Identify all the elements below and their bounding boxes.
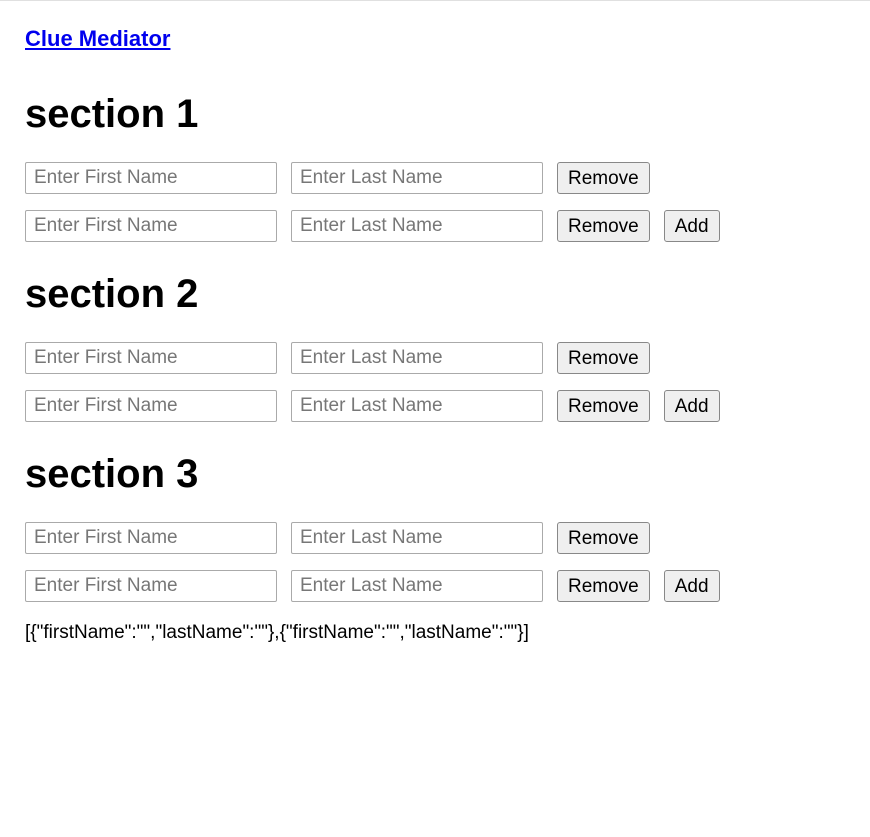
json-output: [{"firstName":"","lastName":""},{"firstN… [25, 622, 845, 644]
section-1-row-1: Remove Add [25, 210, 845, 242]
section-2-row-0: Remove [25, 342, 845, 374]
add-button[interactable]: Add [664, 390, 720, 422]
first-name-input[interactable] [25, 210, 277, 242]
remove-button[interactable]: Remove [557, 522, 650, 554]
section-3-heading: section 3 [25, 452, 845, 497]
last-name-input[interactable] [291, 522, 543, 554]
last-name-input[interactable] [291, 570, 543, 602]
remove-button[interactable]: Remove [557, 210, 650, 242]
remove-button[interactable]: Remove [557, 390, 650, 422]
last-name-input[interactable] [291, 342, 543, 374]
remove-button[interactable]: Remove [557, 162, 650, 194]
section-1-row-0: Remove [25, 162, 845, 194]
add-button[interactable]: Add [664, 570, 720, 602]
section-3-row-0: Remove [25, 522, 845, 554]
last-name-input[interactable] [291, 210, 543, 242]
first-name-input[interactable] [25, 342, 277, 374]
last-name-input[interactable] [291, 390, 543, 422]
first-name-input[interactable] [25, 390, 277, 422]
section-2-heading: section 2 [25, 272, 845, 317]
last-name-input[interactable] [291, 162, 543, 194]
add-button[interactable]: Add [664, 210, 720, 242]
section-1-heading: section 1 [25, 92, 845, 137]
first-name-input[interactable] [25, 570, 277, 602]
section-3-row-1: Remove Add [25, 570, 845, 602]
section-2-row-1: Remove Add [25, 390, 845, 422]
remove-button[interactable]: Remove [557, 342, 650, 374]
remove-button[interactable]: Remove [557, 570, 650, 602]
first-name-input[interactable] [25, 162, 277, 194]
header-link[interactable]: Clue Mediator [25, 26, 170, 52]
first-name-input[interactable] [25, 522, 277, 554]
